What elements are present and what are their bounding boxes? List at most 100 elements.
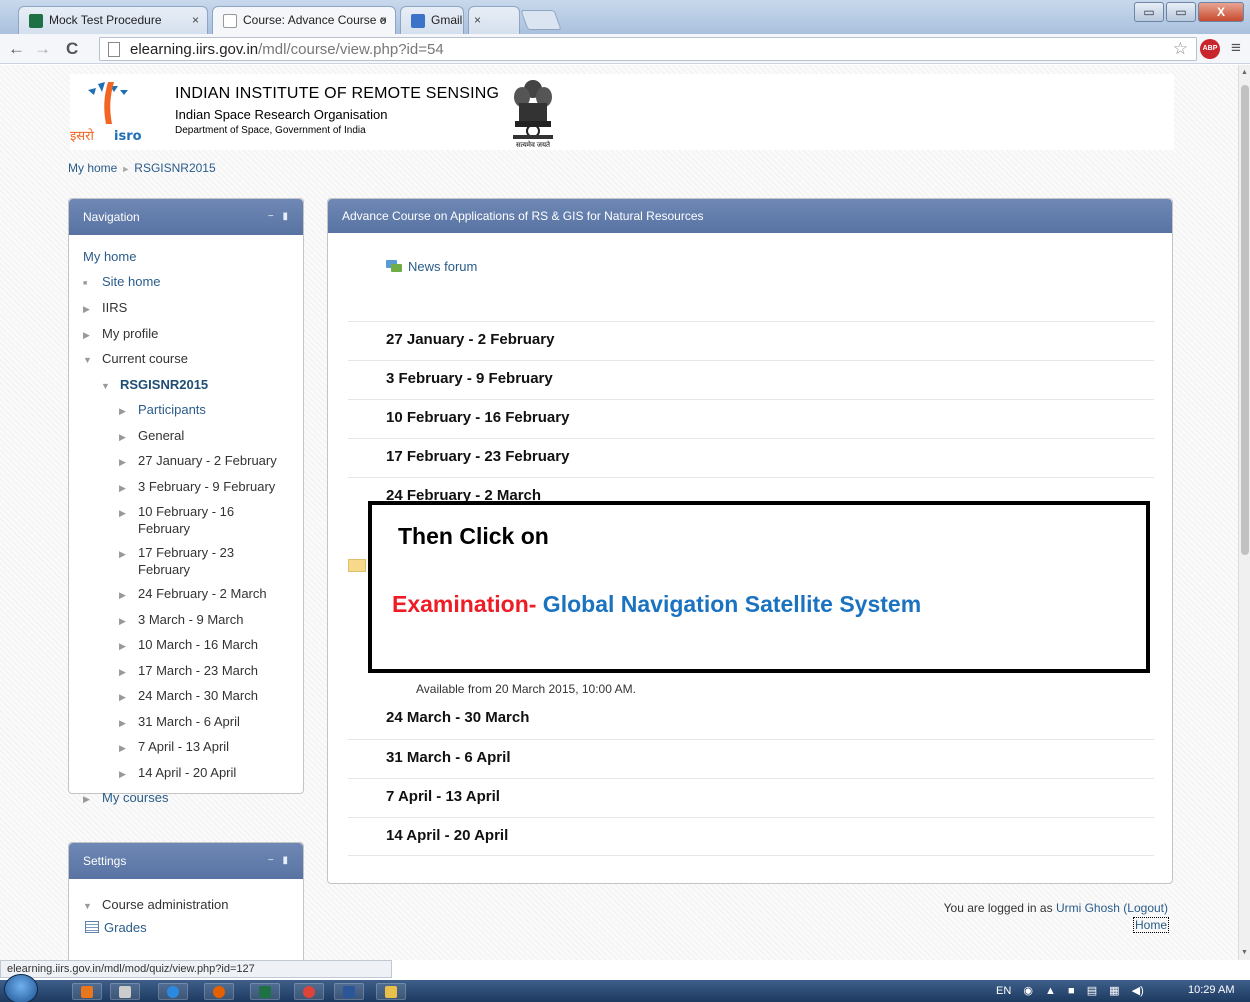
nav-item-week[interactable]: ▶ 10 March - 16 March <box>83 633 303 659</box>
new-tab-button[interactable] <box>520 10 562 30</box>
reload-button[interactable]: C <box>66 39 78 59</box>
nav-item-week[interactable]: ▶ 10 February - 16 February <box>83 500 303 541</box>
files-icon[interactable] <box>110 983 140 1000</box>
network-icon[interactable]: ▤ <box>1087 985 1097 997</box>
nav-item-my-profile[interactable]: ▶ My profile <box>83 322 303 348</box>
power-icon[interactable]: ▦ <box>1109 985 1119 997</box>
word-icon[interactable] <box>334 983 364 1000</box>
nav-item-participants[interactable]: ▶ Participants <box>83 398 303 424</box>
footer-home-link[interactable]: Home <box>1133 917 1170 933</box>
tab-mock-test-procedure[interactable]: Mock Test Procedure × <box>18 6 208 34</box>
expand-arrow-icon[interactable]: ▶ <box>119 399 130 424</box>
nav-label[interactable]: 14 April - 20 April <box>138 765 236 780</box>
nav-item-general[interactable]: ▶ General <box>83 424 303 450</box>
restore-button[interactable]: ▭ <box>1166 2 1196 22</box>
browser-menu-icon[interactable]: ≡ <box>1231 38 1241 58</box>
nav-item-current-course[interactable]: ▼ Current course <box>83 347 303 373</box>
news-forum-item[interactable]: News forum <box>386 259 477 274</box>
chrome-icon[interactable] <box>294 983 324 1000</box>
minimize-button[interactable]: ▭ <box>1134 2 1164 22</box>
nav-link[interactable]: My courses <box>102 790 168 805</box>
nav-item-week[interactable]: ▶ 3 March - 9 March <box>83 608 303 634</box>
grades-link[interactable]: Grades <box>104 920 147 935</box>
address-bar[interactable]: elearning.iirs.gov.in/mdl/course/view.ph… <box>99 37 1197 61</box>
expand-arrow-icon[interactable]: ▶ <box>119 660 130 685</box>
nav-item-week[interactable]: ▶ 17 February - 23 February <box>83 541 303 582</box>
block-dock-icon[interactable]: − ▮ <box>268 211 291 222</box>
scrollbar-thumb[interactable] <box>1241 85 1249 555</box>
tab-course-page[interactable]: Course: Advance Course o × <box>212 6 396 34</box>
nav-item-week[interactable]: ▶ 17 March - 23 March <box>83 659 303 685</box>
nav-link[interactable]: My home <box>83 249 136 264</box>
expand-arrow-icon[interactable]: ▶ <box>119 583 130 608</box>
settings-item-course-admin[interactable]: ▼ Course administration <box>83 893 303 919</box>
back-button[interactable]: ← <box>8 39 25 59</box>
adblock-plus-icon[interactable]: ABP <box>1200 39 1220 59</box>
breadcrumb-course[interactable]: RSGISNR2015 <box>134 161 215 175</box>
breadcrumb-my-home[interactable]: My home <box>68 161 117 175</box>
user-profile-link[interactable]: Urmi Ghosh <box>1056 901 1120 915</box>
collapse-arrow-icon[interactable]: ▼ <box>83 894 94 919</box>
settings-label[interactable]: Course administration <box>102 897 228 912</box>
collapse-arrow-icon[interactable]: ▼ <box>101 374 112 399</box>
nav-link[interactable]: Participants <box>138 402 206 417</box>
nav-label[interactable]: General <box>138 428 184 443</box>
nav-item-week[interactable]: ▶ 27 January - 2 February <box>83 449 303 475</box>
tab-close-icon[interactable]: × <box>474 13 481 27</box>
scroll-down-icon[interactable]: ▼ <box>1241 949 1248 956</box>
expand-arrow-icon[interactable]: ▶ <box>83 297 94 322</box>
nav-label[interactable]: 3 February - 9 February <box>138 479 275 494</box>
nav-item-week[interactable]: ▶ 7 April - 13 April <box>83 735 303 761</box>
logout-link[interactable]: (Logout) <box>1123 901 1168 915</box>
nav-label[interactable]: 10 February - 16 February <box>138 503 268 537</box>
nav-label[interactable]: My profile <box>102 326 158 341</box>
nav-label[interactable]: 17 February - 23 February <box>138 544 268 578</box>
volume-icon[interactable]: ◀) <box>1132 985 1144 997</box>
activity-folder-icon[interactable] <box>348 559 366 572</box>
nav-label[interactable]: 7 April - 13 April <box>138 739 229 754</box>
firefox-icon[interactable] <box>204 983 234 1000</box>
nav-item-iirs[interactable]: ▶ IIRS <box>83 296 303 322</box>
expand-arrow-icon[interactable]: ▶ <box>119 505 130 522</box>
taskbar-clock[interactable]: 10:29 AM <box>1188 984 1234 996</box>
nav-link[interactable]: Site home <box>102 274 161 289</box>
nav-label[interactable]: 27 January - 2 February <box>138 453 277 468</box>
close-window-button[interactable]: X <box>1198 2 1244 22</box>
expand-arrow-icon[interactable]: ▶ <box>119 634 130 659</box>
help-icon[interactable]: ◉ <box>1023 985 1033 997</box>
outlook-icon[interactable] <box>72 983 102 1000</box>
explorer-icon[interactable] <box>376 983 406 1000</box>
nav-item-week[interactable]: ▶ 31 March - 6 April <box>83 710 303 736</box>
ie-icon[interactable] <box>158 983 188 1000</box>
nav-label[interactable]: 31 March - 6 April <box>138 714 240 729</box>
expand-arrow-icon[interactable]: ▶ <box>119 425 130 450</box>
nav-item-my-courses[interactable]: ▶ My courses <box>83 786 303 812</box>
nav-label[interactable]: 17 March - 23 March <box>138 663 258 678</box>
nav-item-course[interactable]: ▼ RSGISNR2015 <box>83 373 303 399</box>
expand-arrow-icon[interactable]: ▶ <box>119 476 130 501</box>
expand-arrow-icon[interactable]: ▶ <box>119 685 130 710</box>
expand-arrow-icon[interactable]: ▶ <box>83 787 94 812</box>
nav-item-my-home[interactable]: My home <box>83 245 303 270</box>
nav-item-week[interactable]: ▶ 24 March - 30 March <box>83 684 303 710</box>
tab-gmail-close-area[interactable]: × <box>468 6 520 34</box>
nav-label[interactable]: IIRS <box>102 300 127 315</box>
tab-close-icon[interactable]: × <box>192 13 199 27</box>
nav-item-site-home[interactable]: ■ Site home <box>83 270 303 297</box>
excel-icon[interactable] <box>250 983 280 1000</box>
expand-arrow-icon[interactable]: ▶ <box>119 546 130 563</box>
page-scrollbar[interactable]: ▲ ▼ <box>1238 65 1250 960</box>
settings-item-grades[interactable]: Grades <box>83 919 303 937</box>
nav-item-week[interactable]: ▶ 3 February - 9 February <box>83 475 303 501</box>
nav-label[interactable]: 3 March - 9 March <box>138 612 243 627</box>
expand-arrow-icon[interactable]: ▶ <box>119 609 130 634</box>
nav-label[interactable]: Current course <box>102 351 188 366</box>
nav-item-week[interactable]: ▶ 24 February - 2 March <box>83 582 303 608</box>
expand-arrow-icon[interactable]: ▶ <box>119 762 130 787</box>
nav-link[interactable]: RSGISNR2015 <box>120 377 208 392</box>
nav-label[interactable]: 24 February - 2 March <box>138 586 267 601</box>
forward-button[interactable]: → <box>34 39 51 59</box>
nav-label[interactable]: 24 March - 30 March <box>138 688 258 703</box>
expand-arrow-icon[interactable]: ▶ <box>119 711 130 736</box>
expand-arrow-icon[interactable]: ▶ <box>119 450 130 475</box>
